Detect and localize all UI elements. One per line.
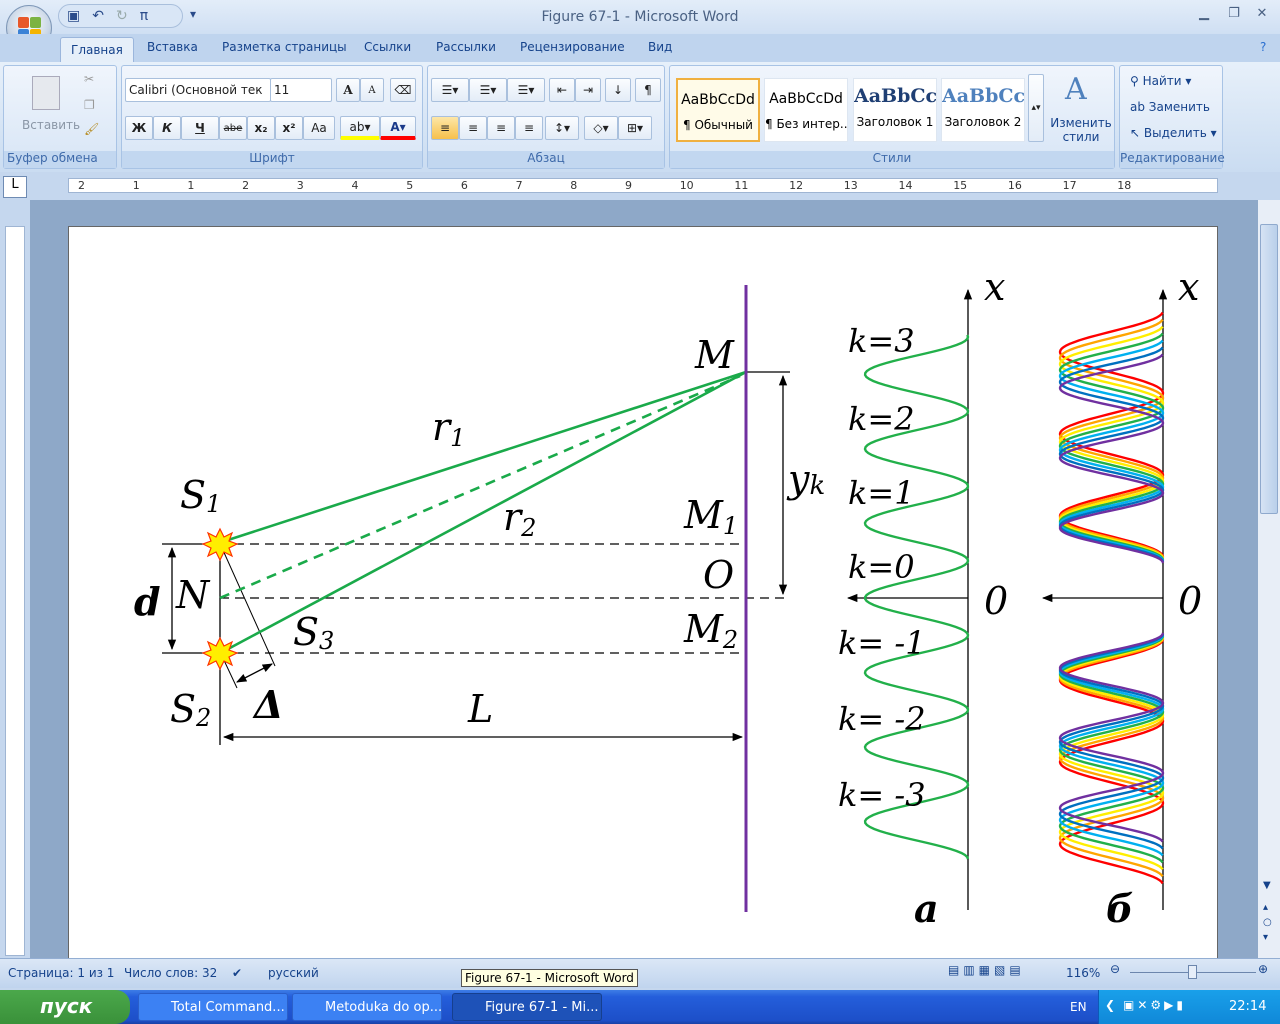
scrollbar-thumb[interactable] (1260, 224, 1278, 514)
system-tray: ❮ ▣✕⚙▶▮ 22:14 (1098, 990, 1280, 1024)
label-yk: yk (786, 457, 825, 501)
zoom-out-button[interactable]: ⊖ (1110, 962, 1120, 976)
page-count[interactable]: Страница: 1 из 1 (8, 966, 114, 980)
language[interactable]: русский (268, 966, 319, 980)
task-figure-word[interactable]: Figure 67-1 - Mi... (452, 993, 602, 1021)
label-M: M (694, 333, 735, 377)
label-S3: S3 (293, 610, 334, 655)
order-label: k= -3 (838, 776, 926, 814)
label-N: N (175, 573, 211, 617)
vertical-scrollbar[interactable]: ▼ ▴ ○ ▾ (1258, 200, 1280, 958)
interference-diagram: M M1 O M2 r1 r2 S1 S2 S3 N d Δ L yk x x … (134, 265, 1202, 931)
order-label: k=2 (848, 400, 915, 438)
zoom-in-button[interactable]: ⊕ (1258, 962, 1268, 976)
label-zero-b: 0 (1178, 579, 1202, 623)
label-x-a: x (984, 265, 1005, 309)
zoom-slider-thumb[interactable] (1188, 965, 1197, 979)
task-metoduka[interactable]: Metoduka do op... (292, 993, 442, 1021)
order-label: k=0 (848, 548, 915, 586)
browse-object-buttons[interactable]: ▴ ○ ▾ (1263, 900, 1272, 945)
language-indicator[interactable]: EN (1070, 1000, 1087, 1014)
zoom-level[interactable]: 116% (1066, 966, 1100, 980)
label-delta: Δ (252, 682, 283, 727)
proofing-icon[interactable]: ✔ (232, 966, 242, 980)
task-total-commander[interactable]: Total Command... (138, 993, 288, 1021)
label-zero-a: 0 (984, 579, 1008, 623)
label-d: d (134, 579, 161, 624)
label-O: O (703, 553, 734, 597)
ray-center (219, 374, 741, 600)
tray-expand-icon[interactable]: ❮ (1105, 998, 1115, 1012)
source-s2-icon (201, 636, 239, 671)
label-a: a (914, 886, 939, 931)
clock: 22:14 (1229, 999, 1267, 1014)
source-s1-icon (201, 527, 239, 562)
ray-r2 (227, 370, 747, 651)
tooltip: Figure 67-1 - Microsoft Word (461, 969, 638, 987)
taskbar: пуск Total Command... Metoduka do op... … (0, 990, 1280, 1024)
label-x-b: x (1178, 265, 1199, 309)
label-M1: M1 (683, 493, 738, 540)
tray-icons[interactable]: ▣✕⚙▶▮ (1123, 998, 1186, 1012)
label-S1: S1 (180, 473, 221, 518)
label-L: L (467, 687, 493, 731)
order-label: k=1 (848, 474, 915, 512)
order-label: k= -1 (838, 624, 926, 662)
label-b: б (1106, 886, 1133, 931)
ray-r1 (227, 370, 747, 542)
word-count[interactable]: Число слов: 32 (124, 966, 217, 980)
view-buttons[interactable]: ▤▥▦▧▤ (948, 963, 1025, 977)
order-label: k= -2 (838, 700, 926, 738)
delta-arrow (236, 663, 273, 683)
start-button[interactable]: пуск (0, 990, 130, 1024)
scroll-down-arrow[interactable]: ▼ (1263, 880, 1271, 891)
order-label: k=3 (848, 322, 915, 360)
status-bar: Страница: 1 из 1 Число слов: 32 ✔ русски… (0, 958, 1280, 988)
label-r2: r2 (503, 495, 536, 542)
label-r1: r1 (432, 405, 465, 452)
label-S2: S2 (170, 687, 211, 732)
label-M2: M2 (683, 607, 738, 654)
